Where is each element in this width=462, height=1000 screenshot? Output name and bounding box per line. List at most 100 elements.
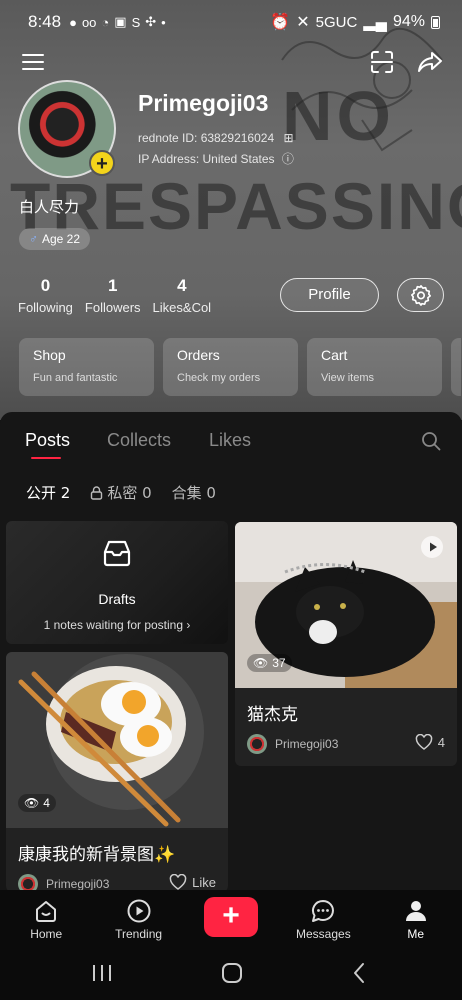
battery-icon (431, 15, 440, 29)
network-type: 5GUC (315, 13, 358, 31)
shop-card-title: Shop (33, 347, 66, 363)
orders-card-title: Orders (177, 347, 220, 363)
nav-me-label: Me (407, 927, 425, 941)
stat-likes-collects[interactable]: 4 Likes&Col (153, 276, 212, 315)
view-count-value: 37 (272, 656, 286, 670)
system-navigation-bar (0, 948, 462, 1000)
username: Primegoji03 (138, 90, 269, 116)
orders-card[interactable]: Orders Check my orders (163, 338, 298, 396)
status-time: 8:48 (28, 12, 62, 31)
tab-likes[interactable]: Likes (209, 430, 251, 451)
stat-likes-collects-count: 4 (177, 276, 187, 295)
drafts-card[interactable]: Drafts 1 notes waiting for posting › (6, 521, 228, 644)
nav-home-label: Home (30, 927, 63, 941)
tab-posts[interactable]: Posts (25, 430, 70, 451)
ip-address-text: IP Address: United States (138, 152, 275, 166)
like-button[interactable]: 4 (415, 734, 445, 750)
more-card-partial[interactable] (451, 338, 461, 396)
content-panel: Posts Collects Likes 公开 2 私密 0 合集 0 Draf… (0, 412, 462, 892)
like-button[interactable]: Like (169, 874, 216, 890)
voicemail-icon: oo (81, 14, 97, 30)
drafts-box-icon (103, 540, 131, 567)
info-icon[interactable]: ⓘ (282, 152, 294, 166)
profile-stats: 0 Following 1 Followers 4 Likes&Col (18, 276, 211, 315)
add-avatar-plus-icon[interactable]: + (89, 150, 115, 176)
chat-notification-icon: ● (69, 14, 77, 30)
post-card[interactable]: 👁 37 猫杰克 Primegoji03 4 (235, 522, 457, 766)
nav-messages-label: Messages (296, 927, 351, 941)
like-label: Like (192, 874, 216, 890)
video-play-icon (421, 536, 443, 558)
signal-icon: ▂▄ (363, 14, 387, 31)
drafts-subtitle-text: 1 notes waiting for posting (43, 618, 184, 632)
alarm-notification-icon: ◔ (101, 14, 110, 30)
qr-code-icon[interactable]: ⊞ (283, 131, 293, 145)
content-tabs: Posts Collects Likes (0, 412, 462, 464)
post-title: 猫杰克 (247, 705, 298, 725)
stat-followers-count: 1 (108, 276, 118, 295)
nav-trending[interactable]: Trending (92, 890, 184, 948)
view-count-value: 4 (43, 796, 50, 810)
menu-icon[interactable] (20, 50, 46, 74)
rednote-id-text: rednote ID: 63829216024 (138, 131, 275, 145)
settings-button[interactable] (397, 278, 444, 312)
stat-following-count: 0 (40, 276, 51, 295)
share-icon[interactable] (416, 48, 444, 76)
nav-post[interactable]: + (185, 890, 277, 948)
app-notification-icon: ▣ (114, 14, 127, 29)
nav-trending-label: Trending (115, 927, 163, 941)
search-icon[interactable] (420, 430, 442, 452)
fan-icon: ✣ (145, 14, 157, 29)
stat-followers-label: Followers (84, 300, 141, 315)
stat-followers[interactable]: 1 Followers (85, 276, 141, 315)
tab-collects[interactable]: Collects (107, 430, 171, 451)
edit-profile-button[interactable]: Profile (280, 278, 379, 312)
drafts-subtitle: 1 notes waiting for posting › (6, 618, 228, 632)
active-tab-indicator (31, 457, 61, 459)
top-nav (0, 44, 462, 80)
drafts-title: Drafts (98, 591, 136, 607)
recent-apps-icon[interactable] (91, 963, 113, 983)
rednote-id[interactable]: rednote ID: 63829216024 ⊞ (138, 131, 294, 145)
view-count: 👁 37 (247, 654, 292, 672)
notification-icons: ● oo ◔ ▣ S ✣ • (69, 14, 166, 30)
author-avatar (247, 734, 267, 754)
person-icon (405, 901, 426, 921)
shop-card-subtitle: Fun and fantastic (33, 372, 118, 384)
scan-icon[interactable] (368, 48, 396, 76)
nav-home[interactable]: Home (0, 890, 92, 948)
post-author[interactable]: Primegoji03 (247, 734, 338, 754)
post-title: 康康我的新背景图✨ (18, 845, 176, 865)
male-gender-icon: ♂ (29, 232, 38, 246)
cart-card[interactable]: Cart View items (307, 338, 442, 396)
shop-card[interactable]: Shop Fun and fantastic (19, 338, 154, 396)
stat-likes-collects-label: Likes&Col (152, 300, 212, 315)
battery-level: 94% (392, 13, 425, 30)
visibility-subtabs: 公开 2 私密 0 合集 0 (26, 482, 216, 503)
nav-me[interactable]: Me (370, 890, 462, 948)
back-icon[interactable] (352, 962, 366, 984)
bottom-nav: Home Trending + Messages Me (0, 890, 462, 948)
stat-following[interactable]: 0 Following (18, 276, 73, 315)
alarm-icon: ⏰ (270, 14, 291, 31)
view-count: 👁 4 (18, 794, 56, 812)
subtab-public[interactable]: 公开 2 (26, 482, 70, 503)
heart-icon (415, 734, 433, 750)
nav-messages[interactable]: Messages (277, 890, 369, 948)
bio: 白人尽力 (19, 198, 80, 216)
chat-icon (312, 900, 335, 922)
plus-icon: + (203, 897, 258, 937)
subtab-collections[interactable]: 合集 0 (172, 482, 216, 503)
subtab-private[interactable]: 私密 0 (90, 482, 152, 503)
ip-address: IP Address: United States ⓘ (138, 150, 294, 167)
stat-following-label: Following (18, 300, 73, 315)
subtab-private-label: 私密 0 (107, 484, 152, 502)
orders-card-subtitle: Check my orders (177, 372, 261, 384)
eye-icon: 👁 (253, 656, 269, 670)
age-tag: ♂ Age 22 (19, 228, 91, 250)
like-count: 4 (437, 734, 445, 750)
home-button-icon[interactable] (221, 962, 243, 984)
cart-card-subtitle: View items (321, 372, 374, 384)
home-icon (36, 901, 57, 922)
post-card[interactable]: 👁 4 康康我的新背景图✨ Primegoji03 Like (6, 652, 228, 892)
